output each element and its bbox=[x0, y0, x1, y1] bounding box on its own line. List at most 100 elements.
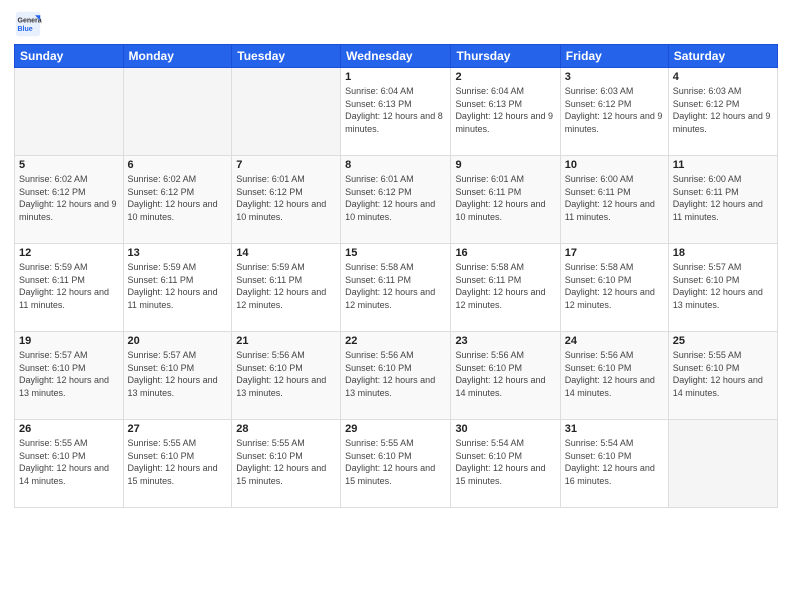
day-cell: 24 Sunrise: 5:56 AM Sunset: 6:10 PM Dayli… bbox=[560, 332, 668, 420]
day-info: Sunrise: 5:56 AM Sunset: 6:10 PM Dayligh… bbox=[565, 349, 664, 399]
day-info: Sunrise: 6:00 AM Sunset: 6:11 PM Dayligh… bbox=[565, 173, 664, 223]
day-number: 15 bbox=[345, 247, 446, 259]
day-info: Sunrise: 5:58 AM Sunset: 6:11 PM Dayligh… bbox=[345, 261, 446, 311]
col-header-friday: Friday bbox=[560, 45, 668, 68]
day-info: Sunrise: 6:01 AM Sunset: 6:12 PM Dayligh… bbox=[236, 173, 336, 223]
week-row-2: 5 Sunrise: 6:02 AM Sunset: 6:12 PM Daylig… bbox=[15, 156, 778, 244]
col-header-sunday: Sunday bbox=[15, 45, 124, 68]
day-info: Sunrise: 5:55 AM Sunset: 6:10 PM Dayligh… bbox=[345, 437, 446, 487]
day-number: 16 bbox=[455, 247, 555, 259]
day-info: Sunrise: 5:56 AM Sunset: 6:10 PM Dayligh… bbox=[455, 349, 555, 399]
day-number: 14 bbox=[236, 247, 336, 259]
day-cell: 27 Sunrise: 5:55 AM Sunset: 6:10 PM Dayli… bbox=[123, 420, 232, 508]
day-number: 1 bbox=[345, 71, 446, 83]
day-number: 6 bbox=[128, 159, 228, 171]
day-cell: 9 Sunrise: 6:01 AM Sunset: 6:11 PM Daylig… bbox=[451, 156, 560, 244]
day-info: Sunrise: 6:01 AM Sunset: 6:12 PM Dayligh… bbox=[345, 173, 446, 223]
day-number: 13 bbox=[128, 247, 228, 259]
day-number: 5 bbox=[19, 159, 119, 171]
day-info: Sunrise: 5:55 AM Sunset: 6:10 PM Dayligh… bbox=[236, 437, 336, 487]
day-number: 9 bbox=[455, 159, 555, 171]
day-number: 30 bbox=[455, 423, 555, 435]
day-number: 26 bbox=[19, 423, 119, 435]
day-info: Sunrise: 6:04 AM Sunset: 6:13 PM Dayligh… bbox=[455, 85, 555, 135]
day-info: Sunrise: 6:02 AM Sunset: 6:12 PM Dayligh… bbox=[19, 173, 119, 223]
day-number: 21 bbox=[236, 335, 336, 347]
day-number: 3 bbox=[565, 71, 664, 83]
day-number: 28 bbox=[236, 423, 336, 435]
day-info: Sunrise: 5:56 AM Sunset: 6:10 PM Dayligh… bbox=[345, 349, 446, 399]
day-cell: 17 Sunrise: 5:58 AM Sunset: 6:10 PM Dayli… bbox=[560, 244, 668, 332]
day-number: 27 bbox=[128, 423, 228, 435]
day-number: 10 bbox=[565, 159, 664, 171]
day-number: 4 bbox=[673, 71, 773, 83]
day-info: Sunrise: 5:58 AM Sunset: 6:11 PM Dayligh… bbox=[455, 261, 555, 311]
day-info: Sunrise: 6:01 AM Sunset: 6:11 PM Dayligh… bbox=[455, 173, 555, 223]
day-info: Sunrise: 5:58 AM Sunset: 6:10 PM Dayligh… bbox=[565, 261, 664, 311]
day-cell: 21 Sunrise: 5:56 AM Sunset: 6:10 PM Dayli… bbox=[232, 332, 341, 420]
logo-icon: General Blue bbox=[14, 10, 42, 38]
svg-text:Blue: Blue bbox=[18, 26, 33, 33]
day-cell bbox=[123, 68, 232, 156]
day-number: 8 bbox=[345, 159, 446, 171]
day-cell: 16 Sunrise: 5:58 AM Sunset: 6:11 PM Dayli… bbox=[451, 244, 560, 332]
day-info: Sunrise: 5:56 AM Sunset: 6:10 PM Dayligh… bbox=[236, 349, 336, 399]
day-cell bbox=[668, 420, 777, 508]
day-number: 12 bbox=[19, 247, 119, 259]
day-cell: 1 Sunrise: 6:04 AM Sunset: 6:13 PM Daylig… bbox=[341, 68, 451, 156]
day-number: 24 bbox=[565, 335, 664, 347]
week-row-1: 1 Sunrise: 6:04 AM Sunset: 6:13 PM Daylig… bbox=[15, 68, 778, 156]
day-cell: 7 Sunrise: 6:01 AM Sunset: 6:12 PM Daylig… bbox=[232, 156, 341, 244]
day-info: Sunrise: 6:03 AM Sunset: 6:12 PM Dayligh… bbox=[565, 85, 664, 135]
day-info: Sunrise: 5:57 AM Sunset: 6:10 PM Dayligh… bbox=[128, 349, 228, 399]
day-cell: 8 Sunrise: 6:01 AM Sunset: 6:12 PM Daylig… bbox=[341, 156, 451, 244]
day-number: 23 bbox=[455, 335, 555, 347]
day-info: Sunrise: 6:04 AM Sunset: 6:13 PM Dayligh… bbox=[345, 85, 446, 135]
day-info: Sunrise: 5:59 AM Sunset: 6:11 PM Dayligh… bbox=[236, 261, 336, 311]
day-number: 18 bbox=[673, 247, 773, 259]
day-number: 22 bbox=[345, 335, 446, 347]
day-cell: 25Sunrise: 5:55 AM Sunset: 6:10 PM Dayli… bbox=[668, 332, 777, 420]
day-cell bbox=[232, 68, 341, 156]
day-number: 7 bbox=[236, 159, 336, 171]
day-cell: 22 Sunrise: 5:56 AM Sunset: 6:10 PM Dayli… bbox=[341, 332, 451, 420]
page: General Blue SundayMondayTuesdayWednesda… bbox=[0, 0, 792, 612]
col-header-tuesday: Tuesday bbox=[232, 45, 341, 68]
day-info: Sunrise: 5:55 AM Sunset: 6:10 PM Dayligh… bbox=[673, 349, 773, 399]
week-row-5: 26 Sunrise: 5:55 AM Sunset: 6:10 PM Dayli… bbox=[15, 420, 778, 508]
day-cell bbox=[15, 68, 124, 156]
day-info: Sunrise: 5:57 AM Sunset: 6:10 PM Dayligh… bbox=[19, 349, 119, 399]
day-cell: 11 Sunrise: 6:00 AM Sunset: 6:11 PM Dayli… bbox=[668, 156, 777, 244]
day-info: Sunrise: 6:03 AM Sunset: 6:12 PM Dayligh… bbox=[673, 85, 773, 135]
week-row-4: 19 Sunrise: 5:57 AM Sunset: 6:10 PM Dayli… bbox=[15, 332, 778, 420]
day-number: 17 bbox=[565, 247, 664, 259]
day-info: Sunrise: 5:59 AM Sunset: 6:11 PM Dayligh… bbox=[19, 261, 119, 311]
day-number: 11 bbox=[673, 159, 773, 171]
logo: General Blue bbox=[14, 10, 46, 38]
week-row-3: 12 Sunrise: 5:59 AM Sunset: 6:11 PM Dayli… bbox=[15, 244, 778, 332]
day-cell: 19 Sunrise: 5:57 AM Sunset: 6:10 PM Dayli… bbox=[15, 332, 124, 420]
day-number: 19 bbox=[19, 335, 119, 347]
day-info: Sunrise: 5:55 AM Sunset: 6:10 PM Dayligh… bbox=[128, 437, 228, 487]
day-cell: 3 Sunrise: 6:03 AM Sunset: 6:12 PM Daylig… bbox=[560, 68, 668, 156]
day-cell: 12 Sunrise: 5:59 AM Sunset: 6:11 PM Dayli… bbox=[15, 244, 124, 332]
day-cell: 13Sunrise: 5:59 AM Sunset: 6:11 PM Dayli… bbox=[123, 244, 232, 332]
col-header-thursday: Thursday bbox=[451, 45, 560, 68]
day-cell: 5 Sunrise: 6:02 AM Sunset: 6:12 PM Daylig… bbox=[15, 156, 124, 244]
calendar-table: SundayMondayTuesdayWednesdayThursdayFrid… bbox=[14, 44, 778, 508]
day-cell: 28 Sunrise: 5:55 AM Sunset: 6:10 PM Dayli… bbox=[232, 420, 341, 508]
day-info: Sunrise: 5:54 AM Sunset: 6:10 PM Dayligh… bbox=[455, 437, 555, 487]
day-cell: 31Sunrise: 5:54 AM Sunset: 6:10 PM Dayli… bbox=[560, 420, 668, 508]
day-cell: 20Sunrise: 5:57 AM Sunset: 6:10 PM Dayli… bbox=[123, 332, 232, 420]
col-header-saturday: Saturday bbox=[668, 45, 777, 68]
col-header-wednesday: Wednesday bbox=[341, 45, 451, 68]
day-cell: 10 Sunrise: 6:00 AM Sunset: 6:11 PM Dayli… bbox=[560, 156, 668, 244]
day-info: Sunrise: 6:00 AM Sunset: 6:11 PM Dayligh… bbox=[673, 173, 773, 223]
day-cell: 18Sunrise: 5:57 AM Sunset: 6:10 PM Dayli… bbox=[668, 244, 777, 332]
day-cell: 26Sunrise: 5:55 AM Sunset: 6:10 PM Dayli… bbox=[15, 420, 124, 508]
day-number: 2 bbox=[455, 71, 555, 83]
day-cell: 29Sunrise: 5:55 AM Sunset: 6:10 PM Dayli… bbox=[341, 420, 451, 508]
col-header-monday: Monday bbox=[123, 45, 232, 68]
day-cell: 15 Sunrise: 5:58 AM Sunset: 6:11 PM Dayli… bbox=[341, 244, 451, 332]
calendar-header-row: SundayMondayTuesdayWednesdayThursdayFrid… bbox=[15, 45, 778, 68]
